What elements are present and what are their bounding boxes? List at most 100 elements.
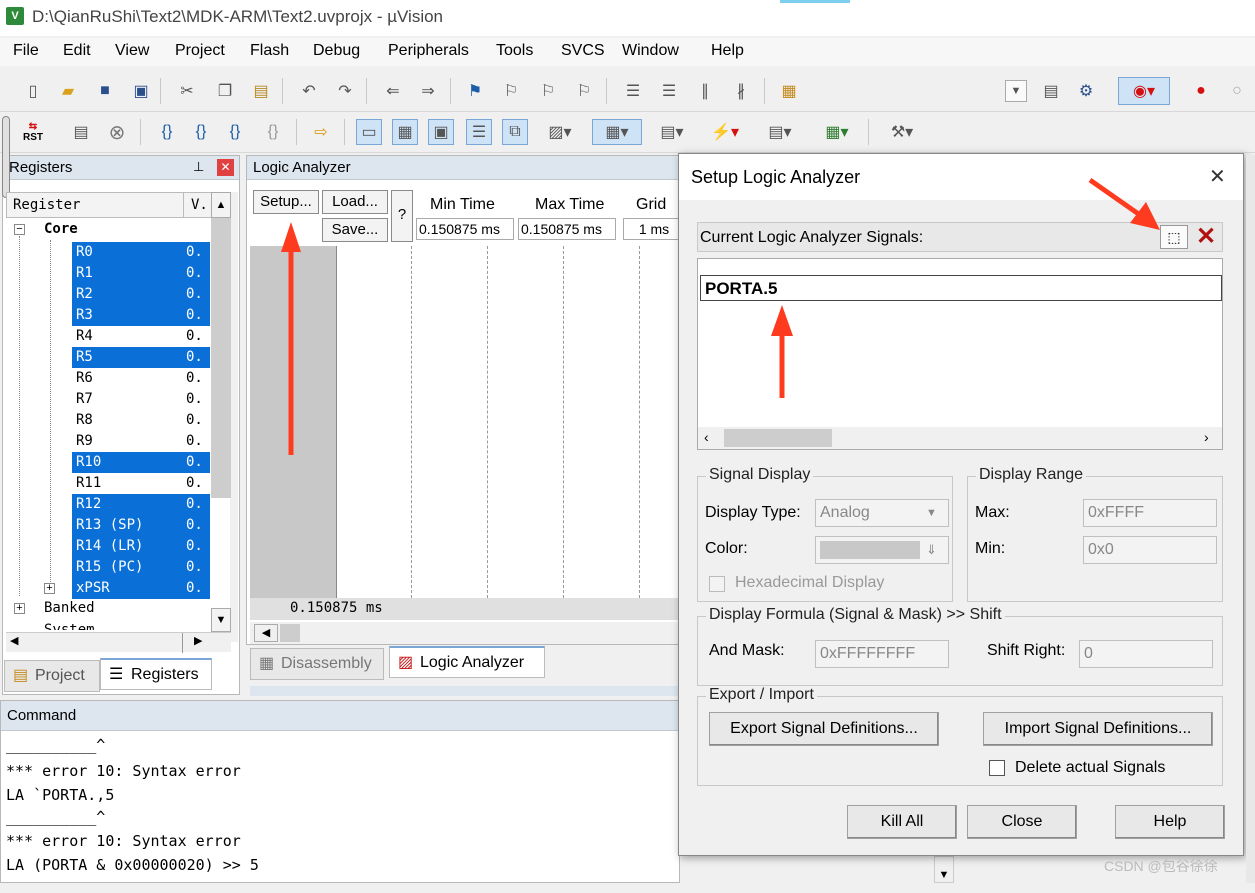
scroll-thumb[interactable]: [724, 429, 832, 447]
scroll-down-icon[interactable]: ▼: [211, 608, 231, 632]
and-mask-input[interactable]: 0xFFFFFFFF: [815, 640, 949, 668]
register-row[interactable]: R0 0.: [6, 242, 210, 263]
save-icon[interactable]: ■: [92, 78, 118, 104]
tab-registers[interactable]: ☰ Registers: [100, 658, 212, 690]
help-dialog-button[interactable]: Help: [1115, 805, 1225, 839]
scroll-right-icon[interactable]: ›: [1204, 429, 1209, 445]
dropdown-chevron-icon[interactable]: ▼: [1005, 80, 1027, 102]
register-row[interactable]: R3 0.: [6, 305, 210, 326]
menu-edit[interactable]: Edit: [63, 42, 91, 60]
delete-actual-signals-checkbox[interactable]: [989, 760, 1005, 776]
import-signal-definitions-button[interactable]: Import Signal Definitions...: [983, 712, 1213, 746]
signal-item[interactable]: PORTA.5: [700, 275, 1222, 301]
register-row[interactable]: R9 0.: [6, 431, 210, 452]
scroll-thumb[interactable]: [280, 624, 300, 642]
save-all-icon[interactable]: ▣: [128, 78, 154, 104]
registers-scrollbar[interactable]: [230, 192, 238, 642]
menu-debug[interactable]: Debug: [313, 42, 360, 60]
register-row[interactable]: R12 0.: [6, 494, 210, 515]
export-signal-definitions-button[interactable]: Export Signal Definitions...: [709, 712, 939, 746]
register-row[interactable]: R7 0.: [6, 389, 210, 410]
show-next-statement-icon[interactable]: ⇨: [308, 119, 334, 145]
cut-icon[interactable]: ✂: [174, 78, 200, 104]
analysis-windows-icon[interactable]: ⚡▾: [702, 119, 748, 145]
tools-icon[interactable]: ⚙: [1073, 78, 1099, 104]
help-button[interactable]: ?: [391, 190, 413, 242]
register-row[interactable]: xPSR 0.: [6, 578, 210, 599]
step-out-icon[interactable]: {}: [222, 119, 248, 145]
min-input[interactable]: 0x0: [1083, 536, 1217, 564]
pin-icon[interactable]: ⊥: [193, 159, 204, 175]
register-row[interactable]: R15 (PC) 0.: [6, 557, 210, 578]
call-stack-window-icon[interactable]: ⧉: [502, 119, 528, 145]
menu-view[interactable]: View: [115, 42, 149, 60]
command-window-icon[interactable]: ▭: [356, 119, 382, 145]
menu-window[interactable]: Window: [622, 42, 679, 60]
register-column-header[interactable]: Register: [13, 197, 80, 213]
command-scroll-down-icon[interactable]: ▼: [934, 856, 954, 883]
tab-project[interactable]: ▤ Project: [4, 660, 100, 692]
scroll-left-icon[interactable]: ◀: [254, 624, 278, 642]
display-type-select[interactable]: Analog ▼: [815, 499, 949, 527]
nav-back-icon[interactable]: ⇐: [380, 78, 406, 104]
scroll-up-icon[interactable]: ▲: [211, 192, 231, 218]
scroll-thumb[interactable]: [211, 218, 231, 498]
undo-icon[interactable]: ↶: [296, 78, 322, 104]
breakpoint-icon[interactable]: ●: [1188, 78, 1214, 104]
scroll-right-icon[interactable]: ▶: [194, 634, 202, 647]
register-row[interactable]: R8 0.: [6, 410, 210, 431]
dialog-close-icon[interactable]: ✕: [1209, 164, 1226, 189]
paste-icon[interactable]: ▤: [248, 78, 274, 104]
run-icon[interactable]: ▤: [68, 119, 94, 145]
menu-file[interactable]: File: [13, 42, 39, 60]
step-into-icon[interactable]: {}: [154, 119, 180, 145]
menu-svcs[interactable]: SVCS: [561, 42, 605, 60]
signals-hscrollbar[interactable]: ‹ ›: [698, 427, 1222, 449]
trace-windows-icon[interactable]: ▤▾: [758, 119, 802, 145]
clear-bookmarks-icon[interactable]: ⚐: [571, 78, 597, 104]
indent-icon[interactable]: ☰: [620, 78, 646, 104]
stop-icon[interactable]: ⊗: [104, 119, 130, 145]
open-folder-icon[interactable]: ▰: [55, 78, 81, 104]
save-button[interactable]: Save...: [322, 218, 388, 242]
run-to-cursor-icon[interactable]: {}: [260, 119, 286, 145]
unindent-icon[interactable]: ☰: [656, 78, 682, 104]
toolbox-icon[interactable]: ⚒▾: [878, 119, 926, 145]
expand-banked-icon[interactable]: +: [14, 603, 25, 614]
register-row[interactable]: R4 0.: [6, 326, 210, 347]
setup-button[interactable]: Setup...: [253, 190, 319, 214]
expand-xpsr-icon[interactable]: +: [44, 583, 55, 594]
new-signal-icon[interactable]: ⬚: [1160, 225, 1188, 249]
tab-logic-analyzer[interactable]: ▨ Logic Analyzer: [389, 646, 545, 678]
load-button[interactable]: Load...: [322, 190, 388, 214]
hexadecimal-checkbox[interactable]: [709, 576, 725, 592]
close-panel-icon[interactable]: ✕: [217, 159, 234, 176]
color-select[interactable]: ⇓: [815, 536, 949, 564]
menu-peripherals[interactable]: Peripherals: [388, 42, 469, 60]
registers-window-icon[interactable]: ☰: [466, 119, 492, 145]
memory-windows-icon[interactable]: ▦▾: [592, 119, 642, 145]
max-input[interactable]: 0xFFFF: [1083, 499, 1217, 527]
menu-flash[interactable]: Flash: [250, 42, 289, 60]
watch-windows-icon[interactable]: ▨▾: [538, 119, 582, 145]
value-column-header[interactable]: V.: [191, 197, 208, 213]
la-hscrollbar[interactable]: ◀: [250, 622, 680, 644]
bookmark-icon[interactable]: ⚑: [462, 78, 488, 104]
shift-right-input[interactable]: 0: [1079, 640, 1213, 668]
symbols-window-icon[interactable]: ▣: [428, 119, 454, 145]
nav-forward-icon[interactable]: ⇒: [415, 78, 441, 104]
menu-help[interactable]: Help: [711, 42, 744, 60]
register-row[interactable]: R10 0.: [6, 452, 210, 473]
redo-icon[interactable]: ↷: [332, 78, 358, 104]
delete-signal-icon[interactable]: ✕: [1192, 223, 1220, 251]
register-row[interactable]: R2 0.: [6, 284, 210, 305]
debug-session-button[interactable]: ◉▾: [1118, 77, 1170, 105]
signals-list[interactable]: PORTA.5 ‹ ›: [697, 258, 1223, 450]
reset-icon[interactable]: ⇆ RST: [18, 119, 48, 145]
uncomment-icon[interactable]: ∦: [728, 78, 754, 104]
menu-project[interactable]: Project: [175, 42, 225, 60]
serial-windows-icon[interactable]: ▤▾: [650, 119, 694, 145]
tab-disassembly[interactable]: ▦ Disassembly: [250, 648, 384, 680]
register-row[interactable]: R13 (SP) 0.: [6, 515, 210, 536]
disassembly-window-icon[interactable]: ▦: [392, 119, 418, 145]
